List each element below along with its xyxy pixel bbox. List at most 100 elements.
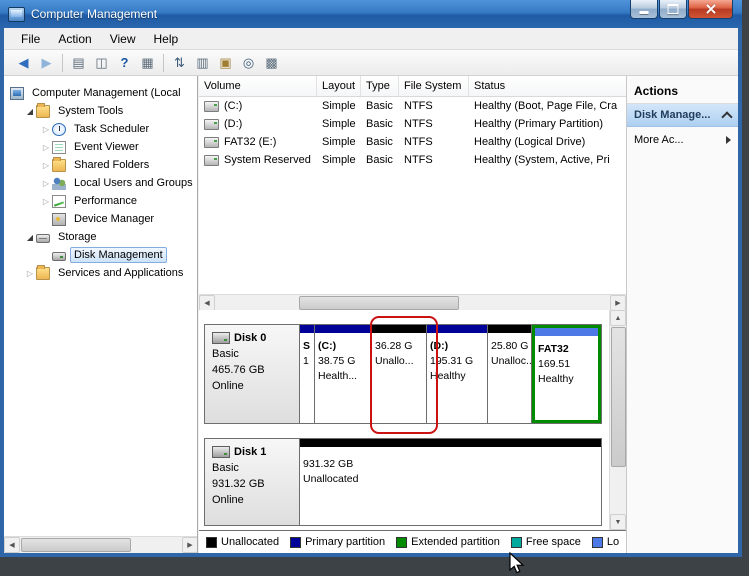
partition-unallocated-25[interactable]: 25.80 G Unalloc... <box>488 325 532 423</box>
disk-0-partitions: S 1 (C:) 38.75 G Health... 36.28 G Unall… <box>300 325 601 423</box>
folder-icon <box>36 102 50 118</box>
expand-icon[interactable] <box>40 125 52 134</box>
disk-0-row: Disk 0 Basic 465.76 GB Online S 1 (C:) 3… <box>204 324 602 424</box>
device-manager-icon <box>52 212 66 226</box>
tree-item-services-and-applications[interactable]: Services and Applications <box>4 264 197 282</box>
volume-icon <box>204 136 219 148</box>
volume-row-fat32-e[interactable]: FAT32 (E:) Simple Basic NTFS Healthy (Lo… <box>199 133 626 151</box>
partition-d[interactable]: (D:) 195.31 G Healthy <box>427 325 488 423</box>
disk-1-label[interactable]: Disk 1 Basic 931.32 GB Online <box>205 439 300 525</box>
refresh-icon[interactable]: ⇅ <box>168 52 191 74</box>
legend-label: Primary partition <box>305 536 386 548</box>
actions-more-actions[interactable]: More Ac... <box>627 127 738 153</box>
partition-legend: Unallocated Primary partition Extended p… <box>199 530 626 553</box>
disk-1-row: Disk 1 Basic 931.32 GB Online 931.32 GB … <box>204 438 602 526</box>
legend-item-primary-partition: Primary partition <box>290 536 385 548</box>
scroll-right-icon[interactable]: ▶ <box>610 295 626 311</box>
partition-system-reserved[interactable]: S 1 <box>300 325 315 423</box>
scrollbar-thumb[interactable] <box>611 327 626 467</box>
tree-horizontal-scrollbar[interactable]: ◀ ▶ <box>4 536 197 553</box>
tree-item-storage[interactable]: Storage <box>4 228 197 246</box>
open-folder-icon[interactable]: ▣ <box>214 52 237 74</box>
expand-icon[interactable] <box>40 143 52 152</box>
search-icon[interactable]: ◎ <box>237 52 260 74</box>
expand-icon[interactable] <box>24 269 36 278</box>
actions-disk-management-header[interactable]: Disk Manage... <box>627 104 738 127</box>
help-icon[interactable]: ? <box>113 52 136 74</box>
export-list-icon[interactable]: ▦ <box>136 52 159 74</box>
partition-size: 195.31 G <box>430 355 474 367</box>
settings-icon[interactable]: ▩ <box>260 52 283 74</box>
partition-unallocated-36[interactable]: 36.28 G Unallo... <box>372 325 427 423</box>
collapse-icon[interactable] <box>24 233 36 242</box>
menu-file[interactable]: File <box>12 30 49 48</box>
volume-type: Basic <box>366 100 393 112</box>
scroll-down-icon[interactable]: ▼ <box>610 514 626 530</box>
tree-item-system-tools[interactable]: System Tools <box>4 102 197 120</box>
tree-item-shared-folders[interactable]: Shared Folders <box>4 156 197 174</box>
close-button[interactable] <box>688 0 733 19</box>
scrollbar-thumb[interactable] <box>299 296 459 310</box>
scroll-left-icon[interactable]: ◀ <box>199 295 215 311</box>
tree-item-task-scheduler[interactable]: Task Scheduler <box>4 120 197 138</box>
back-icon[interactable]: ◀ <box>12 52 35 74</box>
expand-icon[interactable] <box>40 197 52 206</box>
partition-color-strip <box>300 439 601 447</box>
tree-item-performance[interactable]: Performance <box>4 192 197 210</box>
partition-name: FAT32 <box>538 343 569 355</box>
hard-disk-icon <box>212 446 230 458</box>
scrollbar-thumb[interactable] <box>21 538 131 552</box>
chevron-up-icon[interactable] <box>721 110 733 123</box>
tree-item-computer-management[interactable]: Computer Management (Local <box>4 84 197 102</box>
partition-status: Unalloc... <box>491 355 532 367</box>
volume-list-horizontal-scrollbar[interactable]: ◀ ▶ <box>199 294 626 311</box>
volume-icon <box>204 100 219 112</box>
expand-icon[interactable] <box>40 179 52 188</box>
tree-item-label: Computer Management (Local <box>32 87 181 99</box>
partition-name: S <box>303 340 311 352</box>
column-header-file-system[interactable]: File System <box>399 76 469 96</box>
volume-layout: Simple <box>322 118 356 130</box>
volume-layout: Simple <box>322 100 356 112</box>
menu-help[interactable]: Help <box>145 30 188 48</box>
partition-status: Unallocated <box>303 473 359 485</box>
scroll-left-icon[interactable]: ◀ <box>4 537 20 553</box>
graphical-vertical-scrollbar[interactable]: ▲ ▼ <box>609 310 626 530</box>
minimize-button[interactable] <box>630 0 658 19</box>
maximize-button[interactable] <box>659 0 687 19</box>
column-header-volume[interactable]: Volume <box>199 76 317 96</box>
column-header-status[interactable]: Status <box>469 76 626 96</box>
partition-fat32-logical[interactable]: FAT32 169.51 Healthy <box>532 325 601 423</box>
column-header-type[interactable]: Type <box>361 76 399 96</box>
tree-item-event-viewer[interactable]: Event Viewer <box>4 138 197 156</box>
disk-view-icon[interactable]: ▥ <box>191 52 214 74</box>
menu-action[interactable]: Action <box>49 30 100 48</box>
forward-icon[interactable]: ▶ <box>35 52 58 74</box>
title-bar[interactable]: Computer Management <box>0 0 742 28</box>
volume-row-system-reserved[interactable]: System Reserved Simple Basic NTFS Health… <box>199 151 626 169</box>
menu-view[interactable]: View <box>101 30 145 48</box>
legend-label: Extended partition <box>411 536 500 548</box>
disk-0-label[interactable]: Disk 0 Basic 465.76 GB Online <box>205 325 300 423</box>
tree-item-label: Event Viewer <box>74 141 139 153</box>
partition-c[interactable]: (C:) 38.75 G Health... <box>315 325 372 423</box>
column-header-layout[interactable]: Layout <box>317 76 361 96</box>
tree-item-local-users-and-groups[interactable]: Local Users and Groups <box>4 174 197 192</box>
tree-item-disk-management[interactable]: Disk Management <box>4 246 197 264</box>
partition-color-strip <box>300 325 314 333</box>
tree-item-device-manager[interactable]: Device Manager <box>4 210 197 228</box>
two-panes-icon[interactable]: ◫ <box>90 52 113 74</box>
volume-row-d[interactable]: (D:) Simple Basic NTFS Healthy (Primary … <box>199 115 626 133</box>
scroll-right-icon[interactable]: ▶ <box>182 537 197 553</box>
collapse-icon[interactable] <box>24 107 36 116</box>
volume-status: Healthy (Primary Partition) <box>474 118 603 130</box>
show-hide-tree-icon[interactable]: ▤ <box>67 52 90 74</box>
toolbar: ◀ ▶ ▤ ◫ ? ▦ ⇅ ▥ ▣ ◎ ▩ <box>4 50 738 76</box>
partition-unallocated-931[interactable]: 931.32 GB Unallocated <box>300 439 601 525</box>
expand-icon[interactable] <box>40 161 52 170</box>
scroll-up-icon[interactable]: ▲ <box>610 310 626 326</box>
partition-color-strip <box>427 325 487 333</box>
volume-row-c[interactable]: (C:) Simple Basic NTFS Healthy (Boot, Pa… <box>199 97 626 115</box>
console-tree: Computer Management (Local System Tools … <box>4 76 197 282</box>
window-content: File Action View Help ◀ ▶ ▤ ◫ ? ▦ ⇅ ▥ ▣ … <box>4 28 738 553</box>
